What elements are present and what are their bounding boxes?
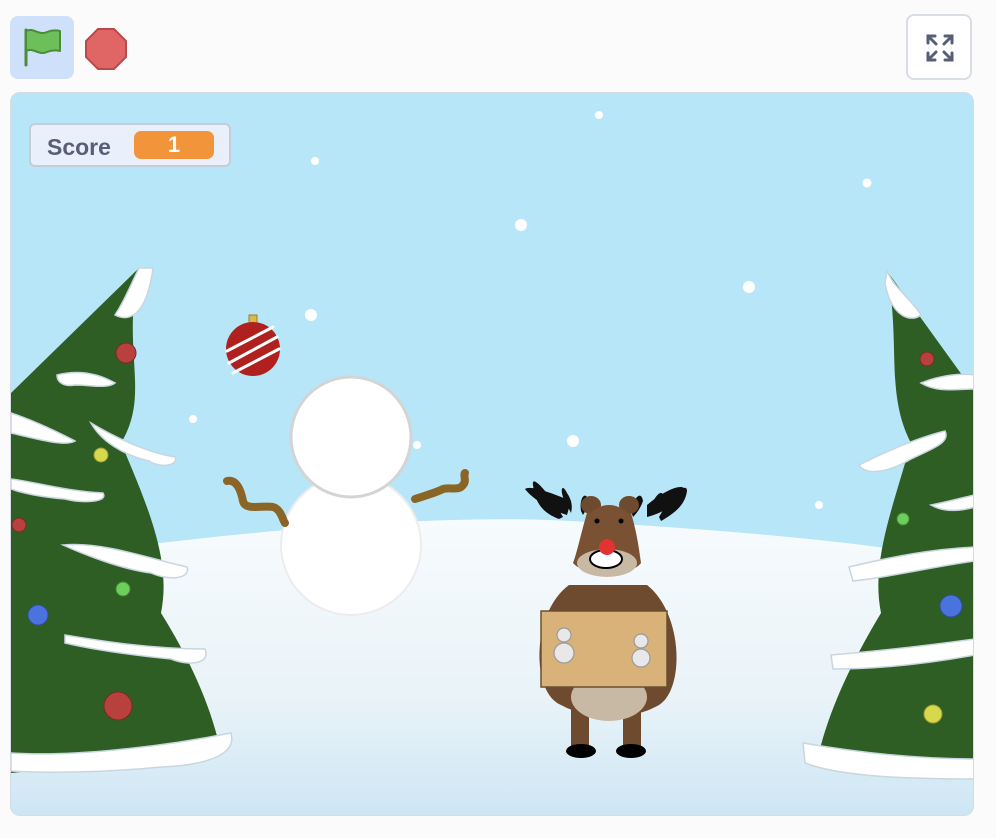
score-label: Score [47, 134, 111, 160]
green-flag-button[interactable] [10, 16, 74, 79]
stop-button[interactable] [84, 27, 128, 71]
green-flag-icon [24, 28, 61, 67]
score-monitor[interactable]: Score 1 [29, 123, 231, 167]
stage-toolbar [0, 0, 996, 92]
fullscreen-expand-icon [926, 34, 954, 62]
stage[interactable]: Score 1 [10, 92, 974, 816]
backdrop [11, 93, 973, 815]
score-value: 1 [134, 131, 214, 159]
fullscreen-button[interactable] [906, 14, 972, 80]
stop-sign-icon [85, 28, 127, 70]
